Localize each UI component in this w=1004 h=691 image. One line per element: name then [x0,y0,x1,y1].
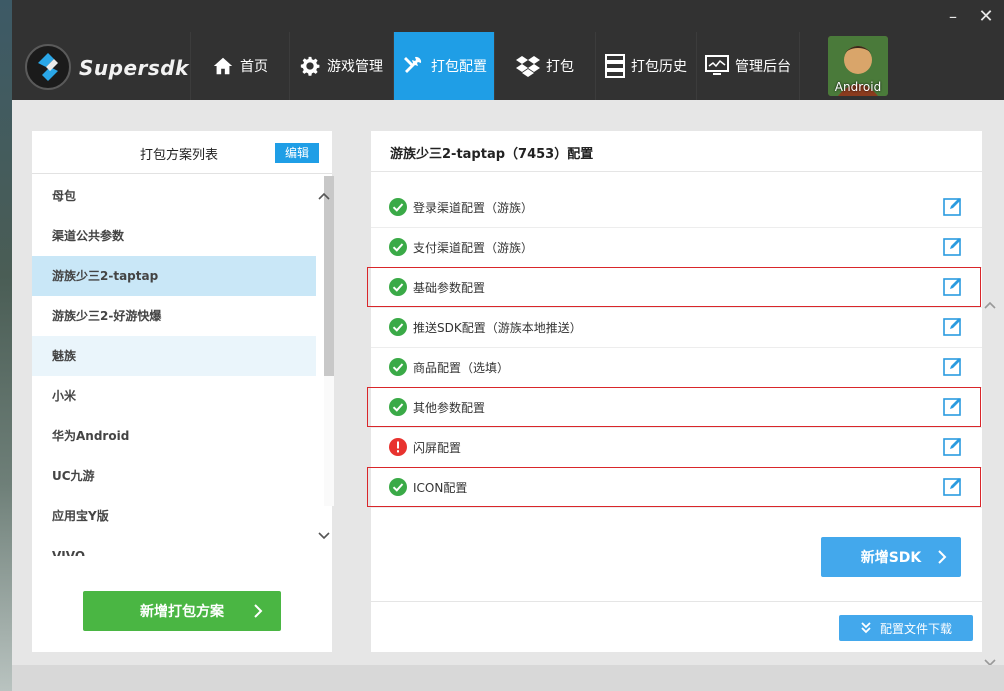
config-row: 商品配置（选填） [371,347,982,388]
divider [371,601,982,602]
gear-icon [300,56,320,76]
plan-item[interactable]: 小米 [32,376,316,416]
nav-label: 打包配置 [431,59,487,75]
config-row-label: 登录渠道配置（游族） [413,201,534,215]
scroll-up-icon[interactable] [318,189,330,203]
check-circle-icon [389,238,407,256]
edit-icon[interactable] [943,276,963,296]
server-icon [605,54,625,78]
scroll-down-icon[interactable] [318,529,330,543]
plan-item[interactable]: 渠道公共参数 [32,216,316,256]
plan-item[interactable]: 应用宝Y版 [32,496,316,536]
close-button[interactable]: ✕ [975,6,997,28]
plan-item[interactable]: VIVO [32,536,316,556]
game-avatar[interactable]: Android [828,36,888,96]
home-icon [213,57,233,75]
check-circle-icon [389,318,407,336]
app-window: – ✕ Supersdk 首页 游戏管理 打包配置 打包 打包历史 管理后台 A… [12,0,1004,691]
error-icon [389,438,407,456]
edit-icon[interactable] [943,436,963,456]
nav-label: 打包 [546,59,574,75]
config-title: 游族少三2-taptap（7453）配置 [390,147,594,162]
config-row-label: ICON配置 [413,481,468,495]
edit-icon[interactable] [943,236,963,256]
edit-icon[interactable] [943,316,963,336]
divider [371,171,982,172]
download-config-button[interactable]: 配置文件下载 [839,615,973,641]
monitor-icon [705,55,729,75]
download-label: 配置文件下载 [879,621,952,636]
check-circle-icon [389,278,407,296]
plan-list-header: 打包方案列表 编辑 [32,131,332,174]
check-circle-icon [389,358,407,376]
plan-item[interactable]: 华为Android [32,416,316,456]
nav-label: 首页 [240,59,268,75]
config-row-label: 支付渠道配置（游族） [413,241,534,255]
scroll-thumb[interactable] [324,176,334,376]
plan-list: 母包 渠道公共参数 游族少三2-taptap 游族少三2-好游快爆 魅族 小米 … [32,176,316,556]
nav-home[interactable]: 首页 [190,32,289,100]
nav-pack-config[interactable]: 打包配置 [393,32,494,100]
main-content: 打包方案列表 编辑 母包 渠道公共参数 游族少三2-taptap 游族少三2-好… [12,100,1004,691]
config-row: 闪屏配置 [371,427,982,468]
config-row: 登录渠道配置（游族） [371,187,982,228]
plan-list-title: 打包方案列表 [140,148,219,163]
brand-name: Supersdk [79,56,189,80]
add-sdk-label: 新增SDK [860,550,922,566]
config-scroll-up-icon[interactable] [984,298,998,312]
nav-divider [799,32,801,100]
plan-item[interactable]: 游族少三2-好游快爆 [32,296,316,336]
add-plan-button[interactable]: 新增打包方案 [83,591,281,631]
plan-item[interactable]: 母包 [32,176,316,216]
supersdk-logo-icon [25,44,71,90]
double-chevron-down-icon [861,622,871,634]
config-row-label: 商品配置（选填） [413,361,510,375]
config-row: 基础参数配置 [371,267,982,308]
tools-icon [404,56,422,73]
plan-item-selected[interactable]: 游族少三2-taptap [32,256,316,296]
edit-button[interactable]: 编辑 [275,143,319,163]
check-circle-icon [389,478,407,496]
add-sdk-button[interactable]: 新增SDK [821,537,961,577]
status-strip [12,665,1004,691]
config-row-label: 闪屏配置 [413,441,462,455]
desktop-background-left [0,0,12,691]
edit-icon[interactable] [943,356,963,376]
config-row: ICON配置 [371,467,982,508]
chevron-right-icon [938,550,947,564]
platform-label: Android [834,80,882,94]
dropbox-icon [516,56,540,77]
title-bar: – ✕ [12,0,1004,32]
plan-list-scrollbar[interactable] [324,176,334,506]
nav-pack[interactable]: 打包 [494,32,595,100]
chevron-right-icon [254,604,263,618]
config-row-label: 其他参数配置 [413,401,486,415]
nav-admin[interactable]: 管理后台 [696,32,799,100]
minimize-button[interactable]: – [942,6,964,28]
check-circle-icon [389,398,407,416]
nav-label: 游戏管理 [327,59,383,75]
top-nav: Supersdk 首页 游戏管理 打包配置 打包 打包历史 管理后台 Andro… [12,32,1004,100]
plan-list-panel: 打包方案列表 编辑 母包 渠道公共参数 游族少三2-taptap 游族少三2-好… [32,131,334,652]
config-row-label: 推送SDK配置（游族本地推送） [413,321,582,335]
check-circle-icon [389,198,407,216]
nav-label: 打包历史 [631,59,687,75]
nav-game-management[interactable]: 游戏管理 [289,32,392,100]
plan-item[interactable]: UC九游 [32,456,316,496]
nav-pack-history[interactable]: 打包历史 [595,32,696,100]
plan-item-hover[interactable]: 魅族 [32,336,316,376]
edit-icon[interactable] [943,396,963,416]
config-row-label: 基础参数配置 [413,281,486,295]
config-row: 其他参数配置 [371,387,982,428]
brand-logo: Supersdk [24,42,188,92]
nav-label: 管理后台 [735,59,791,75]
add-plan-label: 新增打包方案 [140,604,224,620]
edit-icon[interactable] [943,196,963,216]
config-panel: 游族少三2-taptap（7453）配置 登录渠道配置（游族） 支付渠道配置（游族… [367,131,982,652]
config-row: 支付渠道配置（游族） [371,227,982,268]
config-row: 推送SDK配置（游族本地推送） [371,307,982,348]
edit-icon[interactable] [943,476,963,496]
